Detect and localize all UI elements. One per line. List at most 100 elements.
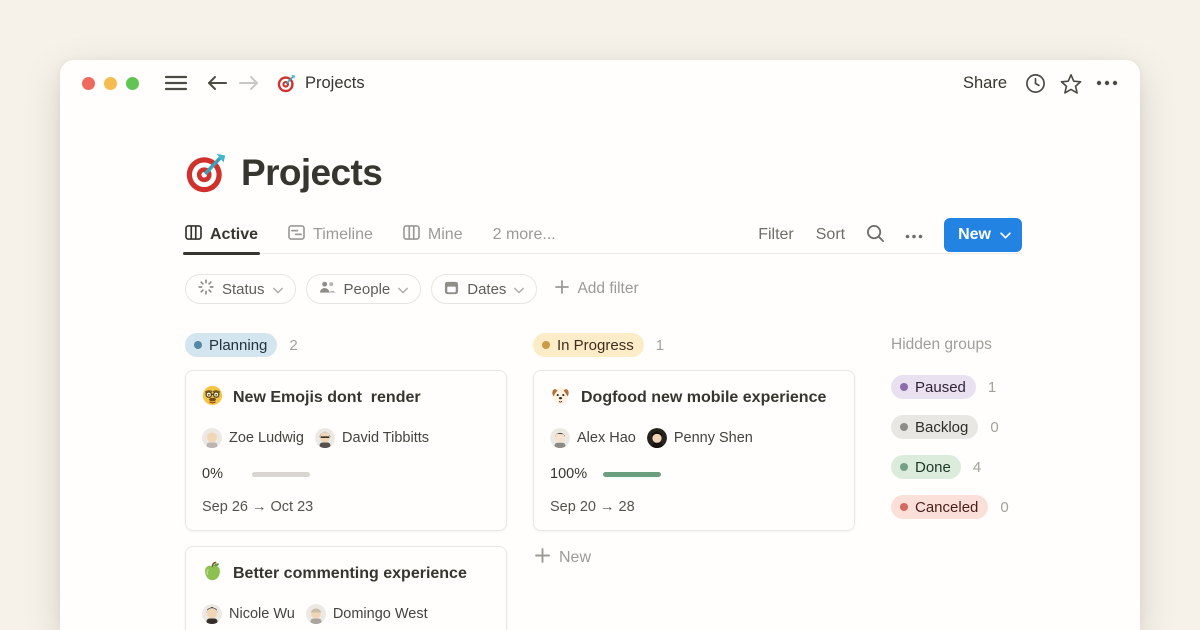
- kanban-board: Planning 2 New Emojis dont render Zoe Lu…: [185, 333, 1022, 630]
- hidden-group-backlog[interactable]: Backlog 0: [891, 415, 1009, 439]
- avatar: [202, 604, 222, 624]
- hidden-group-done[interactable]: Done 4: [891, 455, 1009, 479]
- arrow-right-icon: [239, 75, 259, 91]
- status-dot: [900, 503, 908, 511]
- tab-mine[interactable]: Mine: [403, 216, 463, 253]
- hidden-group-paused[interactable]: Paused 1: [891, 375, 1009, 399]
- people-filter-chip[interactable]: People: [306, 274, 422, 304]
- person-name: David Tibbitts: [342, 430, 429, 446]
- calendar-icon: [444, 280, 459, 299]
- status-pill-done[interactable]: Done: [891, 455, 961, 479]
- avatar: [550, 428, 570, 448]
- window-more-button[interactable]: [1094, 78, 1120, 88]
- people-icon: [319, 280, 336, 298]
- avatar: [315, 428, 335, 448]
- disguised-face-icon: [202, 385, 223, 411]
- dates-filter-chip[interactable]: Dates: [431, 274, 537, 304]
- back-button[interactable]: [205, 73, 229, 93]
- tab-active[interactable]: Active: [185, 216, 258, 253]
- chevron-down-icon: [273, 281, 283, 298]
- card-people: Zoe Ludwig David Tibbitts: [202, 428, 490, 448]
- share-button[interactable]: Share: [957, 70, 1013, 97]
- forward-button[interactable]: [237, 73, 261, 93]
- page-content: Projects Active Timeline Mine 2 more...: [185, 150, 1022, 630]
- column-in-progress: In Progress 1 Dogfood new mobile experie…: [533, 333, 855, 570]
- search-button[interactable]: [861, 220, 890, 250]
- plus-icon: [555, 280, 569, 299]
- person-name: Domingo West: [333, 606, 428, 622]
- sort-button[interactable]: Sort: [810, 222, 851, 248]
- titlebar-actions: Share: [957, 70, 1120, 97]
- hidden-groups-title: Hidden groups: [891, 333, 1009, 357]
- hidden-group-canceled[interactable]: Canceled 0: [891, 495, 1009, 519]
- sidebar-menu-button[interactable]: [163, 73, 189, 93]
- project-card[interactable]: Dogfood new mobile experience Alex Hao P…: [533, 370, 855, 531]
- zoom-window-button[interactable]: [126, 77, 139, 90]
- status-dot: [900, 423, 908, 431]
- board-view-icon: [185, 225, 202, 245]
- person-name: Alex Hao: [577, 430, 636, 446]
- status-pill-in-progress[interactable]: In Progress: [533, 333, 644, 357]
- dog-face-icon: [550, 385, 571, 411]
- view-toolbar: Filter Sort New: [752, 218, 1022, 252]
- view-options-button[interactable]: [900, 223, 928, 246]
- group-count: 1: [988, 379, 996, 396]
- group-count: 4: [973, 459, 981, 476]
- tab-timeline[interactable]: Timeline: [288, 216, 373, 253]
- column-header: Planning 2: [185, 333, 507, 357]
- progress-label: 0%: [202, 466, 236, 482]
- titlebar: Projects Share: [60, 60, 1140, 106]
- updates-button[interactable]: [1023, 71, 1048, 96]
- clock-icon: [1025, 73, 1046, 94]
- chevron-down-icon: [1000, 226, 1011, 244]
- status-pill-backlog[interactable]: Backlog: [891, 415, 978, 439]
- status-pill-canceled[interactable]: Canceled: [891, 495, 988, 519]
- hidden-groups-list: Paused 1 Backlog 0 Done 4 Canceled: [891, 375, 1009, 519]
- target-icon: [185, 152, 227, 194]
- avatar: [306, 604, 326, 624]
- view-tabs-bar: Active Timeline Mine 2 more... Filter So…: [185, 216, 1022, 254]
- favorite-button[interactable]: [1058, 71, 1084, 96]
- window-title: Projects: [305, 74, 365, 93]
- tabs-more[interactable]: 2 more...: [493, 216, 556, 253]
- new-card-button[interactable]: New: [533, 546, 593, 570]
- chevron-down-icon: [398, 281, 408, 298]
- card-title: Better commenting experience: [233, 565, 467, 583]
- app-window: Projects Share Projects: [60, 60, 1140, 630]
- progress-track: [603, 472, 661, 477]
- card-dates: Sep 26 → Oct 23: [202, 499, 490, 515]
- traffic-lights: [82, 77, 139, 90]
- page-background: Projects Share Projects: [0, 0, 1200, 630]
- column-header: In Progress 1: [533, 333, 855, 357]
- person-name: Penny Shen: [674, 430, 753, 446]
- column-planning: Planning 2 New Emojis dont render Zoe Lu…: [185, 333, 507, 630]
- status-burst-icon: [198, 279, 214, 299]
- page-title: Projects: [241, 152, 382, 194]
- avatar: [647, 428, 667, 448]
- new-button[interactable]: New: [944, 218, 1022, 252]
- status-dot: [194, 341, 202, 349]
- arrow-left-icon: [207, 75, 227, 91]
- status-pill-planning[interactable]: Planning: [185, 333, 277, 357]
- minimize-window-button[interactable]: [104, 77, 117, 90]
- group-count: 0: [1000, 499, 1008, 516]
- filter-button[interactable]: Filter: [752, 222, 800, 248]
- project-card[interactable]: Better commenting experience Nicole Wu D…: [185, 546, 507, 630]
- status-dot: [900, 463, 908, 471]
- status-dot: [900, 383, 908, 391]
- card-title: Dogfood new mobile experience: [581, 389, 826, 407]
- status-dot: [542, 341, 550, 349]
- group-count: 0: [990, 419, 998, 436]
- card-people: Alex Hao Penny Shen: [550, 428, 838, 448]
- status-pill-paused[interactable]: Paused: [891, 375, 976, 399]
- star-icon: [1060, 73, 1082, 94]
- progress-track: [252, 472, 310, 477]
- close-window-button[interactable]: [82, 77, 95, 90]
- project-card[interactable]: New Emojis dont render Zoe Ludwig David …: [185, 370, 507, 531]
- column-count: 2: [289, 337, 297, 354]
- target-icon: [277, 74, 296, 93]
- person-name: Nicole Wu: [229, 606, 295, 622]
- add-filter-button[interactable]: Add filter: [555, 280, 638, 299]
- card-progress: 100%: [550, 466, 838, 482]
- status-filter-chip[interactable]: Status: [185, 274, 296, 304]
